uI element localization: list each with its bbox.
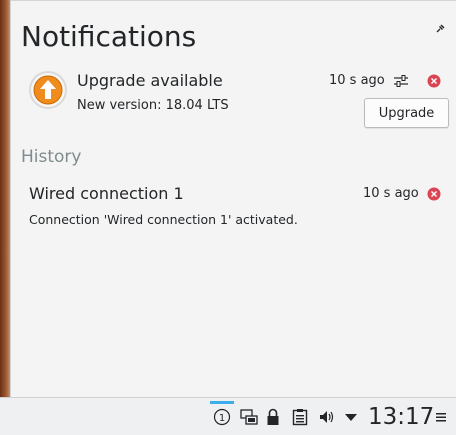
notification-time: 10 s ago bbox=[329, 73, 385, 88]
page-title: Notifications bbox=[21, 20, 197, 53]
notifications-icon[interactable]: 1 bbox=[213, 408, 231, 426]
network-icon[interactable] bbox=[240, 408, 258, 426]
menu-icon[interactable] bbox=[435, 408, 447, 426]
notifications-popup: Notifications Upgrade available New vers… bbox=[10, 0, 456, 397]
volume-icon[interactable] bbox=[318, 408, 336, 426]
upgrade-button[interactable]: Upgrade bbox=[364, 98, 449, 128]
pin-icon[interactable] bbox=[434, 23, 446, 35]
history-item-title: Wired connection 1 bbox=[29, 184, 184, 203]
upgrade-arrow-icon bbox=[29, 71, 67, 109]
history-item-body: Connection 'Wired connection 1' activate… bbox=[29, 212, 298, 227]
close-icon[interactable] bbox=[427, 187, 441, 201]
clock[interactable]: 13:17 bbox=[368, 402, 434, 432]
close-icon[interactable] bbox=[427, 74, 441, 88]
active-indicator bbox=[210, 401, 234, 404]
notification-body: New version: 18.04 LTS bbox=[77, 98, 229, 113]
notification-title: Upgrade available bbox=[77, 71, 223, 90]
configure-icon[interactable] bbox=[393, 74, 409, 88]
clipboard-icon[interactable] bbox=[292, 408, 308, 426]
history-heading: History bbox=[21, 147, 82, 167]
history-item-time: 10 s ago bbox=[363, 186, 419, 201]
expand-tray-icon[interactable] bbox=[344, 408, 358, 426]
lock-icon[interactable] bbox=[266, 408, 280, 426]
notification-count: 1 bbox=[219, 413, 225, 424]
